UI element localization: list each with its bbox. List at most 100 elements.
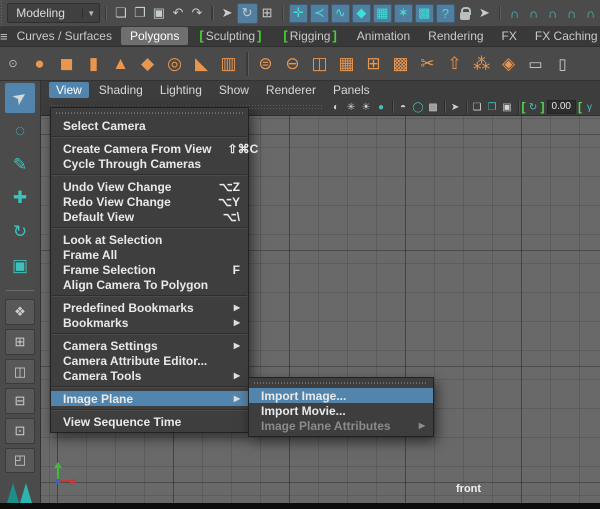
textured-icon[interactable]: ✳	[344, 100, 359, 114]
menu-tearoff-handle[interactable]	[56, 112, 243, 114]
menu-item-import-image[interactable]: Import Image...	[249, 388, 433, 403]
snap-to-view-plane-icon[interactable]: ∩	[581, 4, 600, 23]
shadows-icon[interactable]: ●	[374, 100, 389, 114]
menu-item-import-movie[interactable]: Import Movie...	[249, 403, 433, 418]
mask-rendering-icon[interactable]: ▩	[415, 4, 434, 23]
poly-plane-icon[interactable]: ◆	[134, 50, 161, 77]
sculpt-objects-icon[interactable]: ⁂	[468, 50, 495, 77]
menu-item-default-view[interactable]: Default View ⌥\	[51, 209, 248, 224]
menu-item-redo-view-change[interactable]: Redo View Change ⌥Y	[51, 194, 248, 209]
tab-rendering[interactable]: Rendering	[419, 26, 492, 46]
exposure-toggle-icon[interactable]: ↻	[526, 100, 541, 114]
menu-item-image-plane[interactable]: Image Plane ▶	[51, 391, 248, 406]
paint-select-tool-icon[interactable]: ✎	[5, 150, 35, 180]
rotate-tool-icon[interactable]: ↻	[5, 217, 35, 247]
menu-item-view-sequence-time[interactable]: View Sequence Time	[51, 414, 248, 429]
poly-cone-icon[interactable]: ▲	[107, 50, 134, 77]
snap-to-curve-icon[interactable]: ∩	[524, 4, 543, 23]
mask-deformations-icon[interactable]: ▦	[373, 4, 392, 23]
menu-item-cycle-through-cameras[interactable]: Cycle Through Cameras	[51, 156, 248, 171]
select-tool-icon[interactable]: ➤	[5, 83, 35, 113]
resolution-gate-icon[interactable]: ❐	[485, 100, 500, 114]
menu-item-predefined-bookmarks[interactable]: Predefined Bookmarks ▶	[51, 300, 248, 315]
select-object-icon[interactable]: ↻	[237, 3, 258, 24]
panel-menu-shading[interactable]: Shading	[92, 82, 150, 98]
four-pane-layout-button[interactable]: ⊞	[5, 329, 35, 355]
poly-cylinder-icon[interactable]: ▮	[80, 50, 107, 77]
mask-misc-icon[interactable]: ?	[436, 4, 455, 23]
scale-tool-icon[interactable]: ▣	[5, 251, 35, 281]
menu-item-align-camera-to-polygon[interactable]: Align Camera To Polygon	[51, 277, 248, 292]
poly-torus-icon[interactable]: ◎	[161, 50, 188, 77]
persp-graph-layout-button[interactable]: ⊟	[5, 388, 35, 414]
new-scene-icon[interactable]: ❏	[111, 4, 130, 23]
snap-to-point-icon[interactable]: ∩	[543, 4, 562, 23]
poly-cube-icon[interactable]: ◼	[53, 50, 80, 77]
menu-item-frame-selection[interactable]: Frame Selection F	[51, 262, 248, 277]
redo-icon[interactable]: ↷	[187, 4, 206, 23]
lasso-select-tool-icon[interactable]: ◌	[5, 117, 35, 147]
shelf-options-gear-icon[interactable]: ⊙	[0, 57, 26, 70]
crease-sets-icon[interactable]: ▯	[549, 50, 576, 77]
subdiv-proxy-icon[interactable]: ⊖	[279, 50, 306, 77]
mask-surfaces-icon[interactable]: ◆	[352, 4, 371, 23]
hypershade-persp-layout-button[interactable]: ⊡	[5, 418, 35, 444]
move-tool-icon[interactable]: ✚	[5, 184, 35, 214]
quad-draw-icon[interactable]: ▩	[387, 50, 414, 77]
combine-icon[interactable]: ▦	[333, 50, 360, 77]
exposure-value-field[interactable]: 0.00	[547, 100, 576, 114]
open-scene-icon[interactable]: ❐	[130, 4, 149, 23]
menu-item-frame-all[interactable]: Frame All	[51, 247, 248, 262]
select-hierarchy-icon[interactable]: ➤	[218, 4, 237, 23]
xray-icon[interactable]: ▩	[426, 100, 441, 114]
highlight-selection-icon[interactable]: ➤	[475, 4, 494, 23]
extrude-icon[interactable]: ⇧	[441, 50, 468, 77]
save-scene-icon[interactable]: ▣	[149, 4, 168, 23]
menu-item-camera-settings[interactable]: Camera Settings ▶	[51, 338, 248, 353]
panel-menu-show[interactable]: Show	[212, 82, 256, 98]
menu-tearoff-handle[interactable]	[254, 382, 428, 384]
lighting-icon[interactable]: ☀	[359, 100, 374, 114]
menu-item-camera-attribute-editor[interactable]: Camera Attribute Editor...	[51, 353, 248, 368]
panel-menu-lighting[interactable]: Lighting	[153, 82, 209, 98]
menu-item-camera-tools[interactable]: Camera Tools ▶	[51, 368, 248, 383]
menu-item-look-at-selection[interactable]: Look at Selection	[51, 232, 248, 247]
mask-curves-icon[interactable]: ∿	[331, 4, 350, 23]
tab-curves-surfaces[interactable]: Curves / Surfaces	[8, 26, 121, 46]
film-gate-icon[interactable]: ❏	[470, 100, 485, 114]
shelf-menu-icon[interactable]: ≡	[0, 29, 8, 44]
menu-item-create-camera-from-view[interactable]: Create Camera From View ⇧⌘C	[51, 141, 248, 156]
poly-sphere-icon[interactable]: ●	[26, 50, 53, 77]
tab-animation[interactable]: Animation	[348, 26, 419, 46]
extra-layout-button[interactable]: ◰	[5, 448, 35, 474]
mask-handles-icon[interactable]: ✛	[289, 4, 308, 23]
boolean-icon[interactable]: ⊞	[360, 50, 387, 77]
default-material-icon[interactable]: ◓	[396, 100, 411, 114]
panel-menu-renderer[interactable]: Renderer	[259, 82, 323, 98]
snap-to-grid-icon[interactable]: ∩	[505, 4, 524, 23]
outliner-persp-layout-button[interactable]: ◫	[5, 359, 35, 385]
menu-item-bookmarks[interactable]: Bookmarks ▶	[51, 315, 248, 330]
mask-dynamics-icon[interactable]: ✶	[394, 4, 413, 23]
drag-handle[interactable]	[0, 0, 4, 26]
menu-item-select-camera[interactable]: Select Camera	[51, 118, 248, 133]
isolate-select-icon[interactable]: ➤	[448, 100, 463, 114]
snap-to-projected-center-icon[interactable]: ∩	[562, 4, 581, 23]
tab-fx[interactable]: FX	[493, 26, 526, 46]
tab-sculpting[interactable]: [ Sculpting ]	[188, 26, 272, 46]
uv-border-icon[interactable]: ▭	[522, 50, 549, 77]
multi-cut-icon[interactable]: ✂	[414, 50, 441, 77]
tab-fx-caching[interactable]: FX Caching	[526, 26, 600, 46]
mask-joints-icon[interactable]: ≺	[310, 4, 329, 23]
gate-mask-icon[interactable]: ▣	[500, 100, 515, 114]
wireframe-on-shaded-icon[interactable]: ◯	[411, 100, 426, 114]
poly-pyramid-icon[interactable]: ◣	[188, 50, 215, 77]
tab-polygons[interactable]: Polygons	[121, 27, 188, 45]
mirror-geometry-icon[interactable]: ◫	[306, 50, 333, 77]
smooth-shade-icon[interactable]: ◐	[329, 100, 344, 114]
select-component-icon[interactable]: ⊞	[258, 4, 277, 23]
gamma-toggle-icon[interactable]: γ	[582, 100, 597, 114]
smooth-mesh-icon[interactable]: ⊜	[252, 50, 279, 77]
single-pane-layout-button[interactable]: ❖	[5, 299, 35, 325]
menu-item-undo-view-change[interactable]: Undo View Change ⌥Z	[51, 179, 248, 194]
